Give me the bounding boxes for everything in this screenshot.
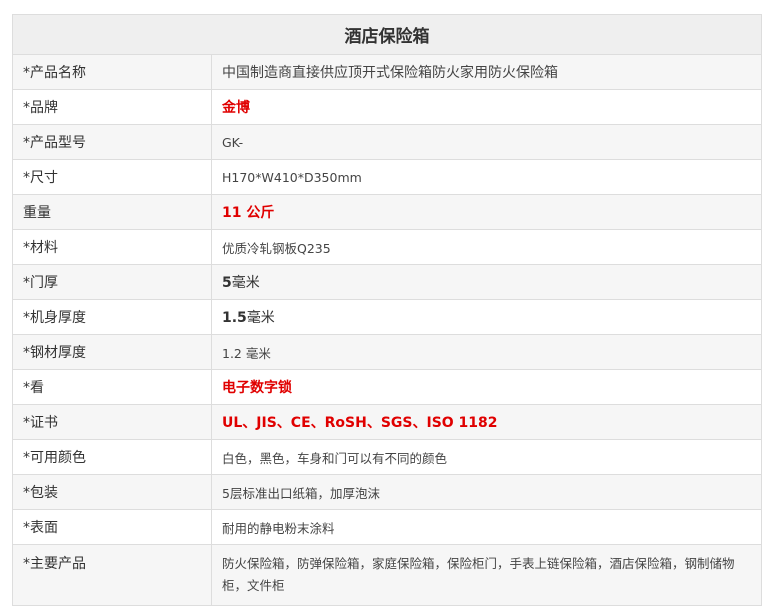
row-key-surface: *表面 (12, 509, 212, 545)
row-key-product-name: *产品名称 (12, 54, 212, 90)
row-value-material: 优质冷轧钢板Q235 (211, 229, 762, 265)
row-value-packaging: 5层标准出口纸箱，加厚泡沫 (211, 474, 762, 510)
table-row: *钢材厚度 1.2 毫米 (12, 334, 762, 370)
row-value-brand: 金博 (211, 89, 762, 125)
body-thickness-number: 1.5 (222, 310, 247, 326)
row-key-packaging: *包装 (12, 474, 212, 510)
row-value-product-name: 中国制造商直接供应顶开式保险箱防火家用防火保险箱 (211, 54, 762, 90)
row-value-colors: 白色，黑色，车身和门可以有不同的颜色 (211, 439, 762, 475)
row-value-size: H170*W410*D350mm (211, 159, 762, 195)
row-key-main-products: *主要产品 (12, 544, 212, 606)
table-row: *门厚 5毫米 (12, 264, 762, 300)
table-row: *机身厚度 1.5毫米 (12, 299, 762, 335)
row-value-main-products: 防火保险箱，防弹保险箱，家庭保险箱，保险柜门，手表上链保险箱，酒店保险箱，钢制储… (211, 544, 762, 606)
row-key-weight: 重量 (12, 194, 212, 230)
table-row: *品牌 金博 (12, 89, 762, 125)
row-key-model: *产品型号 (12, 124, 212, 160)
row-key-door-thickness: *门厚 (12, 264, 212, 300)
row-value-lock: 电子数字锁 (211, 369, 762, 405)
row-key-lock: *看 (12, 369, 212, 405)
table-row: *证书 UL、JIS、CE、RoSH、SGS、ISO 1182 (12, 404, 762, 440)
row-value-weight: 11 公斤 (211, 194, 762, 230)
row-key-body-thickness: *机身厚度 (12, 299, 212, 335)
row-value-body-thickness: 1.5毫米 (211, 299, 762, 335)
table-row: 重量 11 公斤 (12, 194, 762, 230)
row-key-colors: *可用颜色 (12, 439, 212, 475)
table-row: *包装 5层标准出口纸箱，加厚泡沫 (12, 474, 762, 510)
row-value-certificate: UL、JIS、CE、RoSH、SGS、ISO 1182 (211, 404, 762, 440)
table-row: *尺寸 H170*W410*D350mm (12, 159, 762, 195)
table-row: *表面 耐用的静电粉末涂料 (12, 509, 762, 545)
row-key-size: *尺寸 (12, 159, 212, 195)
table-title: 酒店保险箱 (12, 14, 762, 55)
row-key-brand: *品牌 (12, 89, 212, 125)
row-value-steel-thickness: 1.2 毫米 (211, 334, 762, 370)
table-header-row: 酒店保险箱 (12, 14, 762, 55)
row-key-material: *材料 (12, 229, 212, 265)
row-value-door-thickness: 5毫米 (211, 264, 762, 300)
table-row: *产品名称 中国制造商直接供应顶开式保险箱防火家用防火保险箱 (12, 54, 762, 90)
spec-table: 酒店保险箱 *产品名称 中国制造商直接供应顶开式保险箱防火家用防火保险箱 *品牌… (12, 14, 762, 606)
table-row: *产品型号 GK- (12, 124, 762, 160)
row-key-steel-thickness: *钢材厚度 (12, 334, 212, 370)
row-value-model: GK- (211, 124, 762, 160)
body-thickness-unit: 毫米 (246, 310, 275, 326)
door-thickness-unit: 毫米 (231, 275, 260, 291)
row-value-surface: 耐用的静电粉末涂料 (211, 509, 762, 545)
table-row: *材料 优质冷轧钢板Q235 (12, 229, 762, 265)
table-row: *看 电子数字锁 (12, 369, 762, 405)
row-key-certificate: *证书 (12, 404, 212, 440)
door-thickness-number: 5 (222, 275, 232, 291)
table-row: *可用颜色 白色，黑色，车身和门可以有不同的颜色 (12, 439, 762, 475)
table-row: *主要产品 防火保险箱，防弹保险箱，家庭保险箱，保险柜门，手表上链保险箱，酒店保… (12, 544, 762, 606)
